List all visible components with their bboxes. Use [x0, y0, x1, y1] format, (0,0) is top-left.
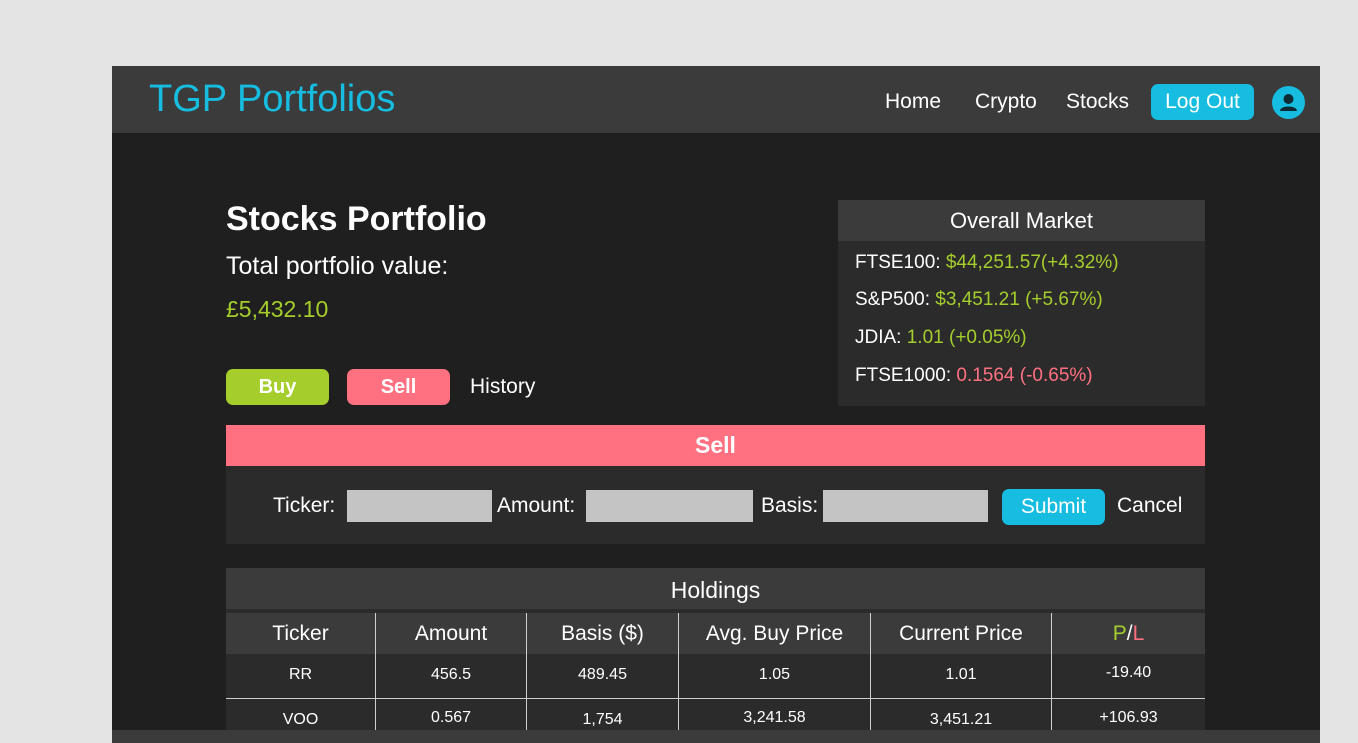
history-link[interactable]: History — [470, 375, 535, 399]
market-row-ftse100: FTSE100: $44,251.57(+4.32%) — [855, 252, 1119, 274]
cell-avg-buy-price: 3,241.58 — [743, 709, 806, 726]
nav-stocks-link[interactable]: Stocks — [1066, 90, 1129, 114]
logout-button[interactable]: Log Out — [1151, 84, 1254, 120]
table-header-row: Ticker Amount Basis ($) Avg. Buy Price C… — [226, 613, 1205, 654]
amount-label: Amount: — [497, 494, 576, 517]
cell-current-price: 3,451.21 — [929, 711, 993, 728]
ticker-input[interactable] — [347, 490, 492, 522]
pl-profit-letter: P — [1112, 622, 1127, 645]
app-window: TGP Portfolios Home Crypto Stocks Log Ou… — [112, 66, 1320, 743]
market-index-value: 0.1564 (-0.65%) — [956, 365, 1093, 386]
amount-input[interactable] — [586, 490, 753, 522]
sell-form-title: Sell — [226, 425, 1205, 466]
page-title: Stocks Portfolio — [226, 200, 487, 238]
column-header-current-price[interactable]: Current Price — [871, 613, 1051, 654]
cell-amount: 456.5 — [430, 666, 472, 683]
holdings-title: Holdings — [226, 568, 1205, 609]
total-value-label: Total portfolio value: — [226, 252, 449, 280]
cell-current-price: 1.01 — [945, 666, 977, 683]
market-index-name: JDIA: — [855, 327, 907, 348]
market-index-name: S&P500: — [855, 289, 936, 310]
ticker-label: Ticker: — [273, 494, 336, 517]
pl-loss-letter: L — [1132, 622, 1145, 645]
cell-pl: -19.40 — [1105, 664, 1152, 681]
top-navbar: TGP Portfolios Home Crypto Stocks Log Ou… — [112, 66, 1320, 133]
cell-ticker: VOO — [282, 711, 319, 728]
basis-input[interactable] — [823, 490, 988, 522]
market-row-sp500: S&P500: $3,451.21 (+5.67%) — [855, 289, 1103, 311]
market-title: Overall Market — [838, 200, 1205, 241]
brand-logo[interactable]: TGP Portfolios — [149, 78, 395, 121]
sell-form-panel: Sell Ticker: Amount: Basis: Submit Cance… — [226, 425, 1205, 544]
row-divider — [226, 698, 1205, 699]
sell-button[interactable]: Sell — [347, 369, 450, 405]
column-header-basis[interactable]: Basis ($) — [527, 613, 678, 654]
cell-basis: 1,754 — [582, 711, 623, 728]
buy-button[interactable]: Buy — [226, 369, 329, 405]
cell-ticker: RR — [288, 666, 313, 683]
market-index-value: 1.01 (+0.05%) — [906, 327, 1027, 348]
market-index-value: $3,451.21 (+5.67%) — [935, 289, 1103, 310]
cancel-button[interactable]: Cancel — [1117, 494, 1182, 518]
basis-label: Basis: — [761, 494, 819, 517]
overall-market-panel: Overall Market FTSE100: $44,251.57(+4.32… — [838, 200, 1205, 406]
holdings-table: Holdings Ticker Amount Basis ($) Avg. Bu… — [226, 568, 1205, 743]
market-index-name: FTSE100: — [855, 252, 946, 273]
column-header-ticker[interactable]: Ticker — [226, 613, 375, 654]
market-row-ftse1000: FTSE1000: 0.1564 (-0.65%) — [855, 365, 1093, 387]
column-header-avg-buy-price[interactable]: Avg. Buy Price — [679, 613, 870, 654]
submit-button[interactable]: Submit — [1002, 489, 1105, 525]
user-avatar-icon[interactable] — [1272, 86, 1305, 119]
cell-avg-buy-price: 1.05 — [758, 666, 791, 683]
market-row-jdia: JDIA: 1.01 (+0.05%) — [855, 327, 1027, 349]
column-header-amount[interactable]: Amount — [376, 613, 526, 654]
market-index-name: FTSE1000: — [855, 365, 957, 386]
nav-home-link[interactable]: Home — [885, 90, 941, 114]
window-bottom-edge — [112, 730, 1320, 743]
market-index-value: $44,251.57(+4.32%) — [945, 252, 1119, 273]
cell-pl: +106.93 — [1099, 709, 1158, 726]
nav-crypto-link[interactable]: Crypto — [975, 90, 1037, 114]
cell-basis: 489.45 — [578, 666, 627, 683]
cell-amount: 0.567 — [430, 709, 472, 726]
total-value-amount: £5,432.10 — [226, 296, 329, 322]
column-header-pl[interactable]: P/L — [1052, 613, 1205, 654]
